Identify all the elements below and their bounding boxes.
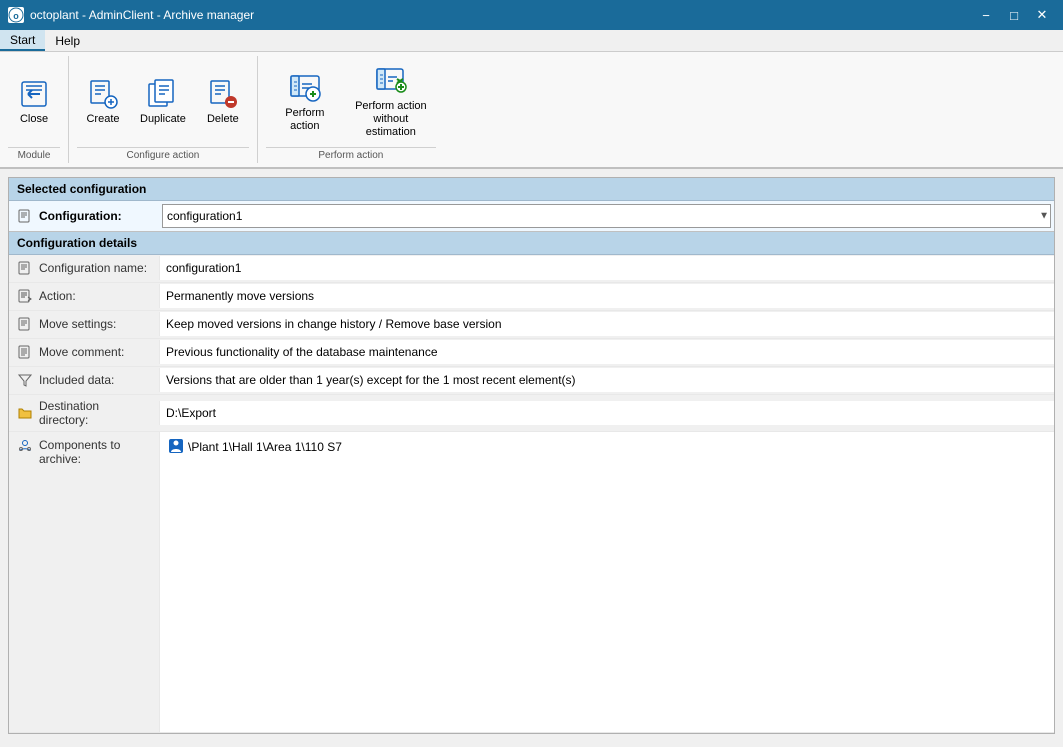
destination-dir-row: Destination directory: D:\Export <box>9 395 1054 432</box>
perform-action-icon <box>289 72 321 104</box>
move-comment-icon <box>17 344 33 360</box>
menu-start[interactable]: Start <box>0 30 45 51</box>
action-icon <box>17 288 33 304</box>
destination-dir-label: Destination directory: <box>9 395 159 431</box>
ribbon-group-module-label: Module <box>8 147 60 163</box>
move-comment-value: Previous functionality of the database m… <box>159 340 1054 364</box>
duplicate-button[interactable]: Duplicate <box>131 60 195 145</box>
action-field-label: Action: <box>39 289 76 303</box>
minimize-button[interactable]: − <box>973 5 999 25</box>
perform-action-label: Perform action <box>275 107 335 133</box>
config-name-value: configuration1 <box>159 256 1054 280</box>
create-button[interactable]: Create <box>77 60 129 145</box>
included-data-field-label: Included data: <box>39 373 114 387</box>
components-icon <box>17 438 33 454</box>
ribbon-group-configure-label: Configure action <box>77 147 249 163</box>
component-tree-icon <box>168 438 184 457</box>
included-data-value: Versions that are older than 1 year(s) e… <box>159 368 1054 392</box>
components-label: Components to archive: <box>9 432 159 470</box>
action-value: Permanently move versions <box>159 284 1054 308</box>
components-field-label: Components to archive: <box>39 438 151 466</box>
move-comment-row: Move comment: Previous functionality of … <box>9 339 1054 367</box>
window-controls: − □ ✕ <box>973 5 1055 25</box>
main-content: Selected configuration Configuration: co… <box>8 177 1055 734</box>
config-field-label: Configuration: <box>39 209 122 223</box>
menu-bar: Start Help <box>0 30 1063 52</box>
move-settings-icon <box>17 316 33 332</box>
close-button[interactable]: Close <box>8 60 60 145</box>
move-settings-row: Move settings: Keep moved versions in ch… <box>9 311 1054 339</box>
action-label: Action: <box>9 284 159 308</box>
perform-action-button[interactable]: Perform action <box>266 60 344 145</box>
destination-dir-field-label: Destination directory: <box>39 399 151 427</box>
move-settings-label: Move settings: <box>9 312 159 336</box>
destination-dir-value: D:\Export <box>159 401 1054 425</box>
close-icon <box>18 78 50 110</box>
config-label: Configuration: <box>9 204 159 228</box>
config-select-row: Configuration: configuration1configurati… <box>9 201 1054 232</box>
included-data-filter-icon <box>17 372 33 388</box>
delete-button-label: Delete <box>207 113 239 126</box>
menu-help[interactable]: Help <box>45 30 90 51</box>
maximize-button[interactable]: □ <box>1001 5 1027 25</box>
ribbon: Close Module Create <box>0 52 1063 169</box>
title-bar: o octoplant - AdminClient - Archive mana… <box>0 0 1063 30</box>
included-data-row: Included data: Versions that are older t… <box>9 367 1054 395</box>
ribbon-group-perform-label: Perform action <box>266 147 436 163</box>
svg-text:o: o <box>13 11 19 21</box>
action-row: Action: Permanently move versions <box>9 283 1054 311</box>
title-text: octoplant - AdminClient - Archive manage… <box>30 8 254 22</box>
perform-no-estimate-label: Perform action without estimation <box>355 100 427 140</box>
component-path: \Plant 1\Hall 1\Area 1\110 S7 <box>188 440 342 454</box>
delete-button[interactable]: Delete <box>197 60 249 145</box>
move-comment-label: Move comment: <box>9 340 159 364</box>
config-name-field-label: Configuration name: <box>39 261 147 275</box>
components-row: Components to archive: \Plant 1\Hall 1\A… <box>9 432 1054 733</box>
selected-config-header: Selected configuration <box>9 178 1054 201</box>
duplicate-icon <box>147 78 179 110</box>
list-item: \Plant 1\Hall 1\Area 1\110 S7 <box>164 436 1050 459</box>
components-area: \Plant 1\Hall 1\Area 1\110 S7 <box>159 432 1054 732</box>
config-label-icon <box>17 208 33 224</box>
config-dropdown[interactable]: configuration1configuration2 <box>162 204 1051 228</box>
app-icon: o <box>8 7 24 23</box>
config-name-icon <box>17 260 33 276</box>
ribbon-group-perform: Perform action Perform action without es… <box>258 56 444 163</box>
perform-no-estimate-button[interactable]: Perform action without estimation <box>346 60 436 145</box>
config-name-row: Configuration name: configuration1 <box>9 255 1054 283</box>
move-settings-value: Keep moved versions in change history / … <box>159 312 1054 336</box>
close-button-label: Close <box>20 113 48 126</box>
perform-no-estimate-icon <box>375 65 407 97</box>
ribbon-group-configure: Create Duplicate <box>69 56 258 163</box>
close-window-button[interactable]: ✕ <box>1029 5 1055 25</box>
config-details-header: Configuration details <box>9 232 1054 255</box>
config-dropdown-wrapper[interactable]: configuration1configuration2 ▼ <box>162 204 1051 228</box>
folder-icon <box>17 405 33 421</box>
config-name-label: Configuration name: <box>9 256 159 280</box>
included-data-label: Included data: <box>9 368 159 392</box>
ribbon-group-module: Close Module <box>0 56 69 163</box>
create-icon <box>87 78 119 110</box>
move-comment-field-label: Move comment: <box>39 345 124 359</box>
duplicate-button-label: Duplicate <box>140 113 186 126</box>
move-settings-field-label: Move settings: <box>39 317 116 331</box>
delete-icon <box>207 78 239 110</box>
create-button-label: Create <box>86 113 119 126</box>
